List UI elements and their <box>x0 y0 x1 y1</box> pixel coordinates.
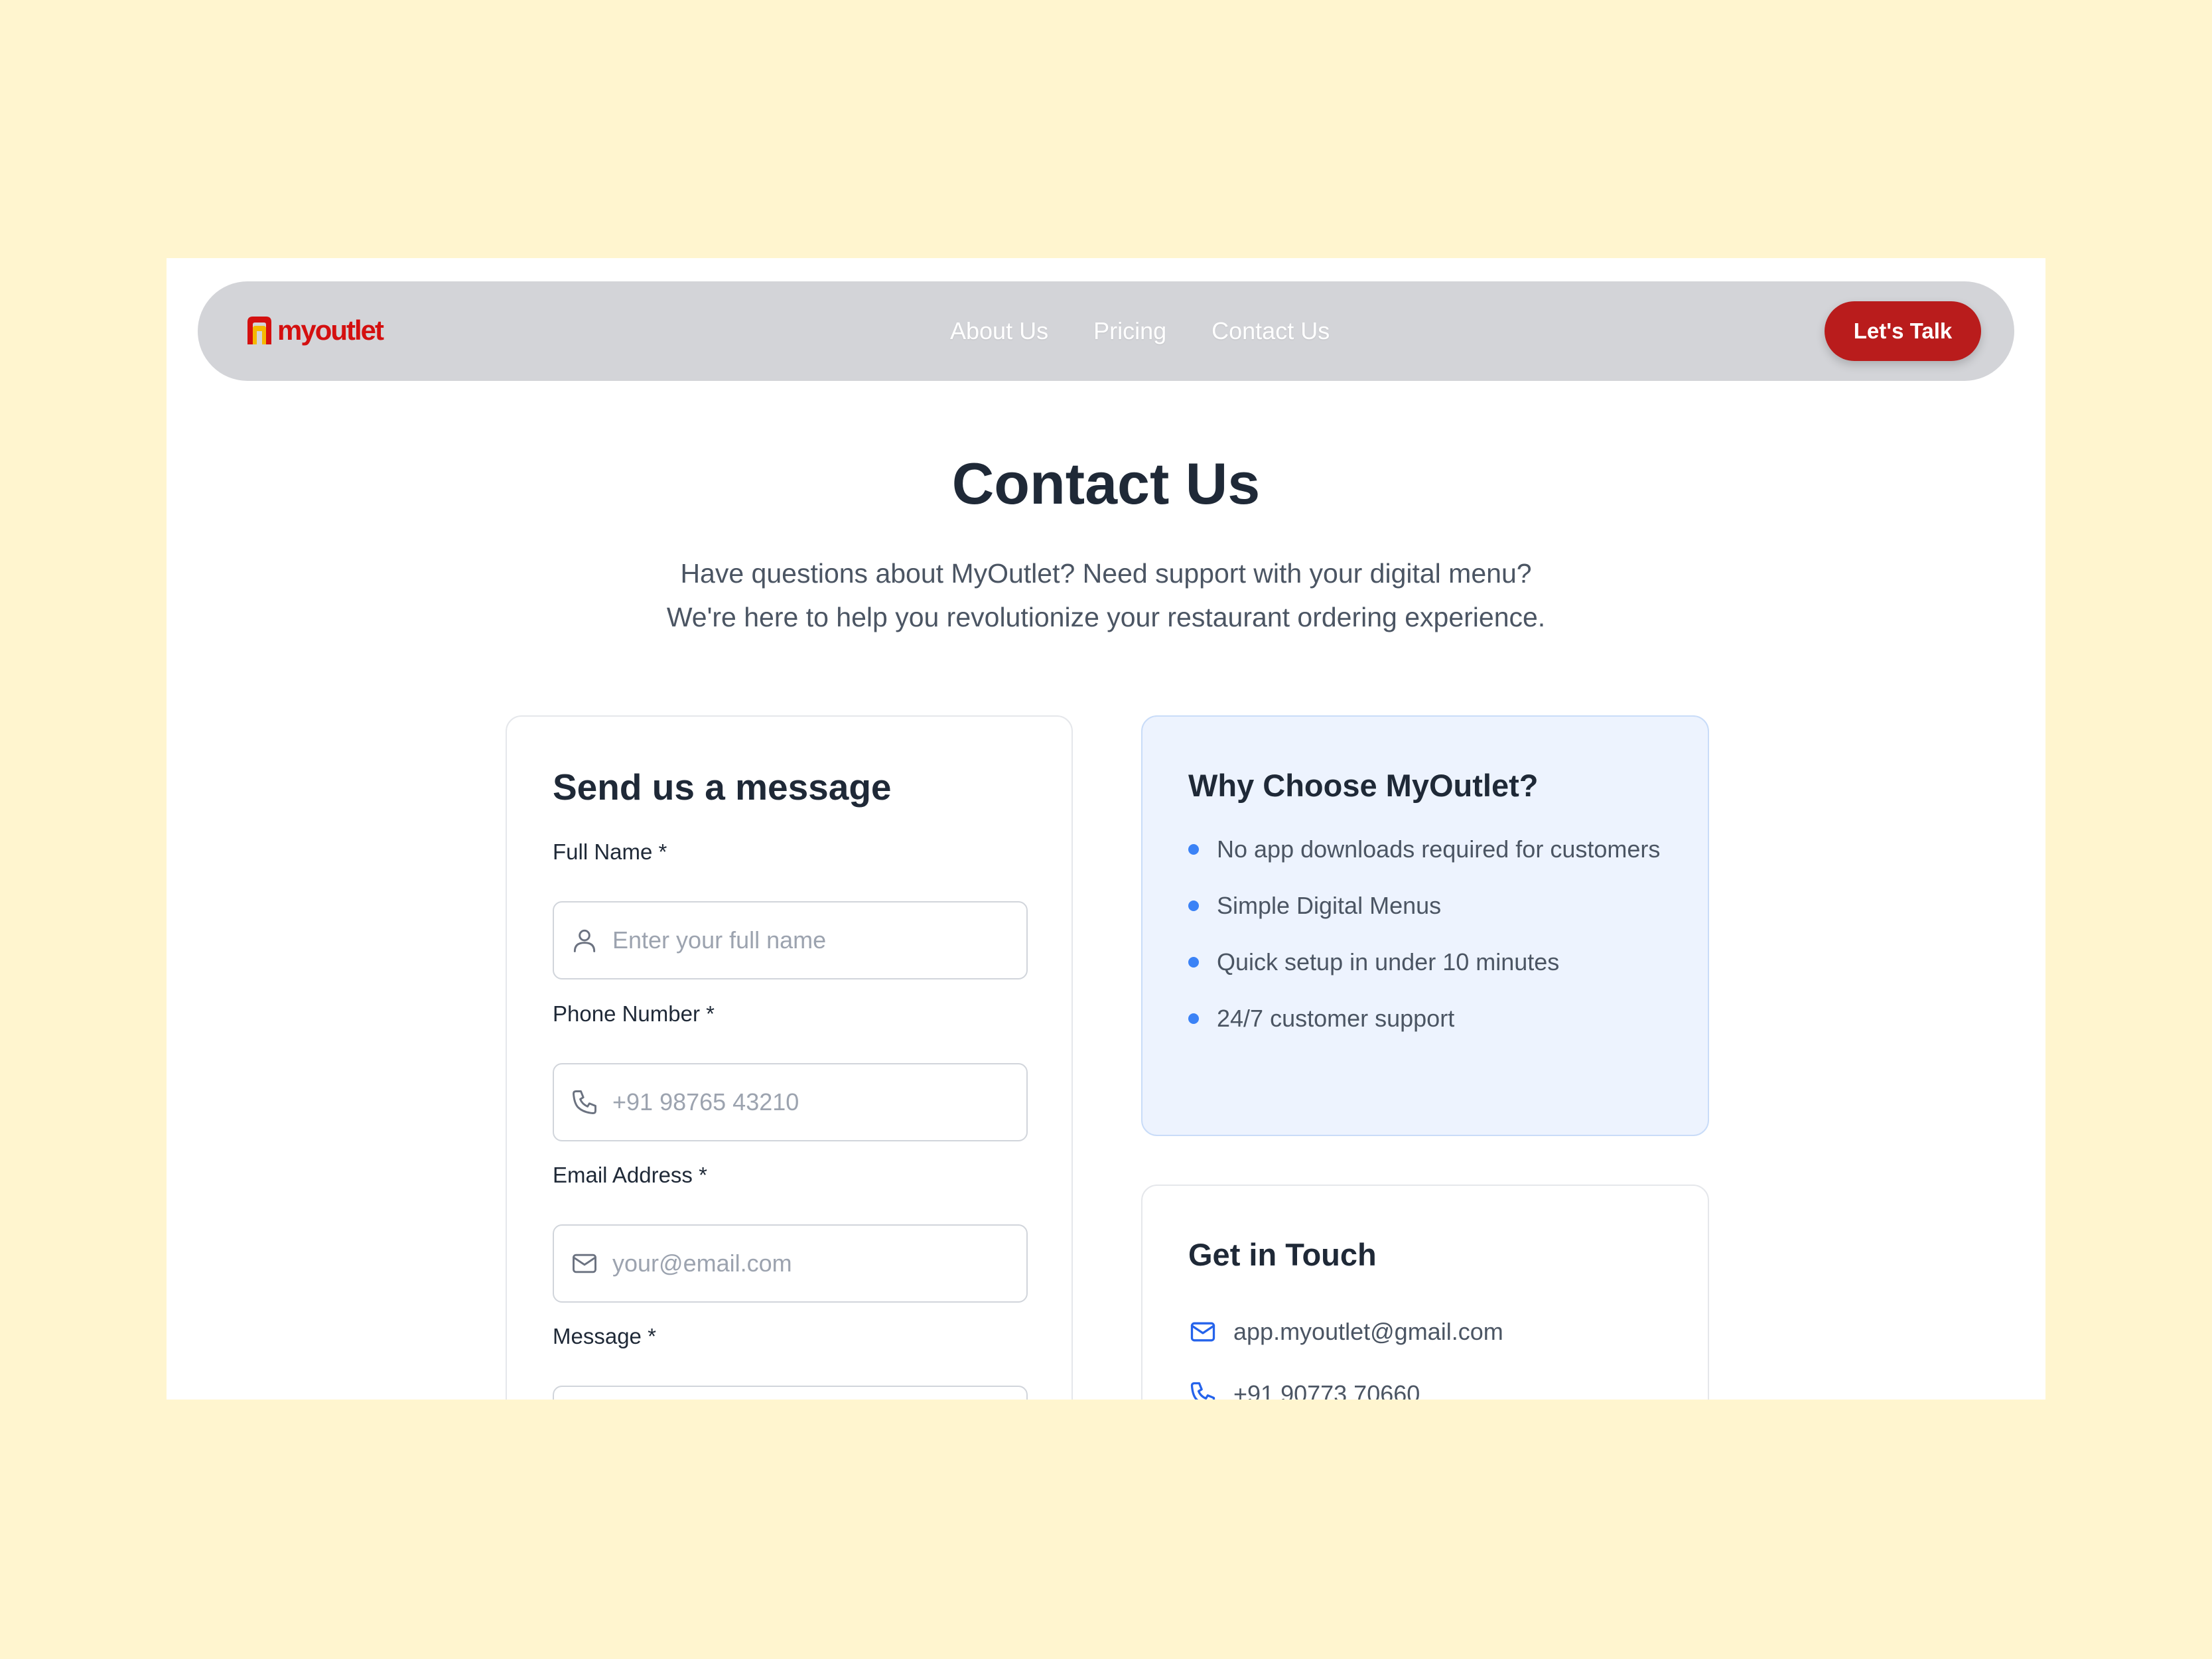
nav-link-pricing[interactable]: Pricing <box>1093 317 1166 345</box>
logo-text: myoutlet <box>277 315 384 346</box>
mail-icon <box>1190 1322 1215 1342</box>
message-field[interactable] <box>553 1386 1028 1400</box>
subtitle-line-1: Have questions about MyOutlet? Need supp… <box>680 558 1532 589</box>
page-title: Contact Us <box>951 451 1261 516</box>
get-in-touch-card: Get in Touch app.myoutlet@gmail.com +91 … <box>1141 1185 1709 1400</box>
full-name-field[interactable] <box>553 901 1028 979</box>
why-choose-list: No app downloads required for customers … <box>1188 831 1666 1056</box>
bullet-icon <box>1188 901 1199 911</box>
mail-icon <box>573 1254 596 1273</box>
phone-icon <box>1190 1382 1215 1400</box>
get-in-touch-title: Get in Touch <box>1188 1237 1377 1272</box>
list-item: 24/7 customer support <box>1188 1000 1666 1037</box>
list-item-text: No app downloads required for customers <box>1217 835 1661 863</box>
user-icon <box>573 929 596 952</box>
phone-field[interactable] <box>553 1063 1028 1141</box>
navbar: myoutlet About Us Pricing Contact Us Let… <box>198 281 2014 381</box>
email-label: Email Address * <box>553 1163 707 1187</box>
phone-label: Phone Number * <box>553 1001 715 1026</box>
contact-email[interactable]: app.myoutlet@gmail.com <box>1188 1317 1503 1346</box>
email-input[interactable] <box>612 1250 1010 1277</box>
logo-mark-icon <box>247 317 271 344</box>
list-item-text: Quick setup in under 10 minutes <box>1217 948 1560 975</box>
list-item: No app downloads required for customers <box>1188 831 1666 868</box>
nav-links: About Us Pricing Contact Us <box>950 281 1330 381</box>
why-choose-card: Why Choose MyOutlet? No app downloads re… <box>1141 715 1709 1136</box>
bullet-icon <box>1188 957 1199 968</box>
nav-link-contact-us[interactable]: Contact Us <box>1211 317 1330 345</box>
subtitle-line-2: We're here to help you revolutionize you… <box>666 602 1546 632</box>
list-item: Quick setup in under 10 minutes <box>1188 944 1666 981</box>
message-label: Message * <box>553 1324 656 1348</box>
browser-viewport: myoutlet About Us Pricing Contact Us Let… <box>167 258 2045 1400</box>
lets-talk-button[interactable]: Let's Talk <box>1825 301 1981 361</box>
list-item: Simple Digital Menus <box>1188 887 1666 924</box>
logo[interactable]: myoutlet <box>245 313 384 348</box>
email-field[interactable] <box>553 1224 1028 1303</box>
phone-input[interactable] <box>612 1088 1010 1116</box>
phone-icon <box>573 1090 596 1114</box>
nav-link-about-us[interactable]: About Us <box>950 317 1048 345</box>
contact-phone[interactable]: +91 90773 70660 <box>1188 1380 1420 1400</box>
bullet-icon <box>1188 1013 1199 1024</box>
why-choose-title: Why Choose MyOutlet? <box>1188 768 1539 803</box>
bullet-icon <box>1188 844 1199 855</box>
form-title: Send us a message <box>553 766 892 808</box>
full-name-label: Full Name * <box>553 839 667 864</box>
page-subtitle: Have questions about MyOutlet? Need supp… <box>167 551 2045 639</box>
full-name-input[interactable] <box>612 926 1010 954</box>
contact-email-text[interactable]: app.myoutlet@gmail.com <box>1233 1318 1503 1346</box>
list-item-text: 24/7 customer support <box>1217 1005 1455 1032</box>
contact-phone-text[interactable]: +91 90773 70660 <box>1233 1380 1420 1400</box>
contact-form-card: Send us a message Full Name * Phone Numb… <box>506 715 1073 1400</box>
list-item-text: Simple Digital Menus <box>1217 892 1442 919</box>
